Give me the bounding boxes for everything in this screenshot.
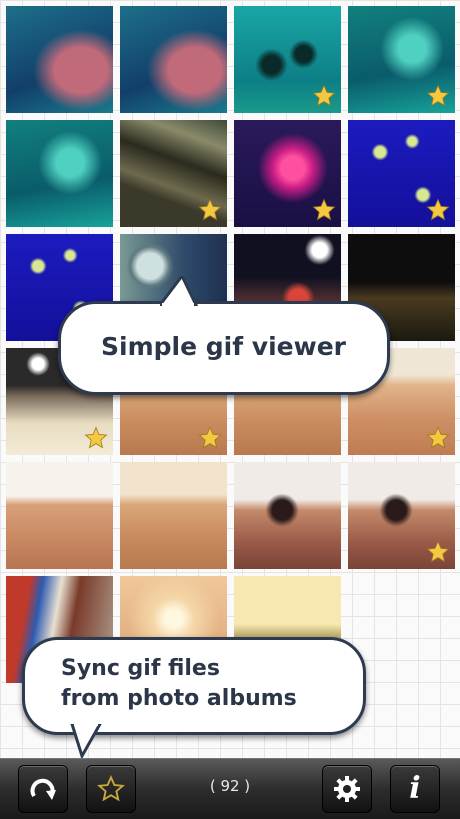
favorites-button[interactable]	[86, 765, 136, 813]
favorite-star-icon	[426, 198, 450, 222]
favorite-star-icon	[198, 426, 222, 450]
bottom-toolbar: ( 92 ) i	[0, 758, 460, 819]
favorite-star-icon	[426, 84, 450, 108]
callout-sync-pointer	[70, 724, 102, 758]
favorite-star-icon	[312, 198, 336, 222]
gif-thumbnail-aquarium-pink[interactable]	[120, 6, 227, 113]
gif-thumbnail-aquarium-teal[interactable]	[6, 120, 113, 227]
gif-thumbnail-aquarium-teal[interactable]	[348, 6, 455, 113]
favorite-star-icon	[426, 540, 450, 564]
gif-thumbnail-wood-hut[interactable]	[120, 120, 227, 227]
gif-thumbnail-jellyfish-blue[interactable]	[348, 120, 455, 227]
sync-button[interactable]	[18, 765, 68, 813]
sync-arrow-icon	[30, 778, 56, 800]
gif-thumbnail-camel-ride[interactable]	[234, 462, 341, 569]
callout-viewer-pointer	[160, 276, 199, 306]
favorite-star-icon	[198, 198, 222, 222]
favorite-star-icon	[312, 84, 336, 108]
favorite-star-icon	[84, 426, 108, 450]
settings-button[interactable]	[322, 765, 372, 813]
favorite-star-icon	[426, 426, 450, 450]
callout-viewer-text: Simple gif viewer	[101, 332, 346, 361]
gif-thumbnail-aquarium-divers[interactable]	[234, 6, 341, 113]
gif-thumbnail-camel-ride[interactable]	[348, 462, 455, 569]
gear-icon	[334, 776, 360, 802]
info-icon: i	[409, 771, 421, 806]
callout-sync-text: Sync gif files from photo albums	[61, 656, 297, 711]
star-outline-icon	[97, 775, 125, 802]
gif-thumbnail-desert-people[interactable]	[6, 462, 113, 569]
gif-thumbnail-aquarium-pink[interactable]	[6, 6, 113, 113]
gif-thumbnail-jellyfish-magenta[interactable]	[234, 120, 341, 227]
callout-simple-gif-viewer: Simple gif viewer	[58, 301, 390, 395]
gif-count-label: ( 92 )	[209, 777, 251, 795]
info-button[interactable]: i	[390, 765, 440, 813]
callout-sync-gif-files: Sync gif files from photo albums	[22, 637, 366, 735]
gif-thumbnail-desert-sand[interactable]	[120, 462, 227, 569]
